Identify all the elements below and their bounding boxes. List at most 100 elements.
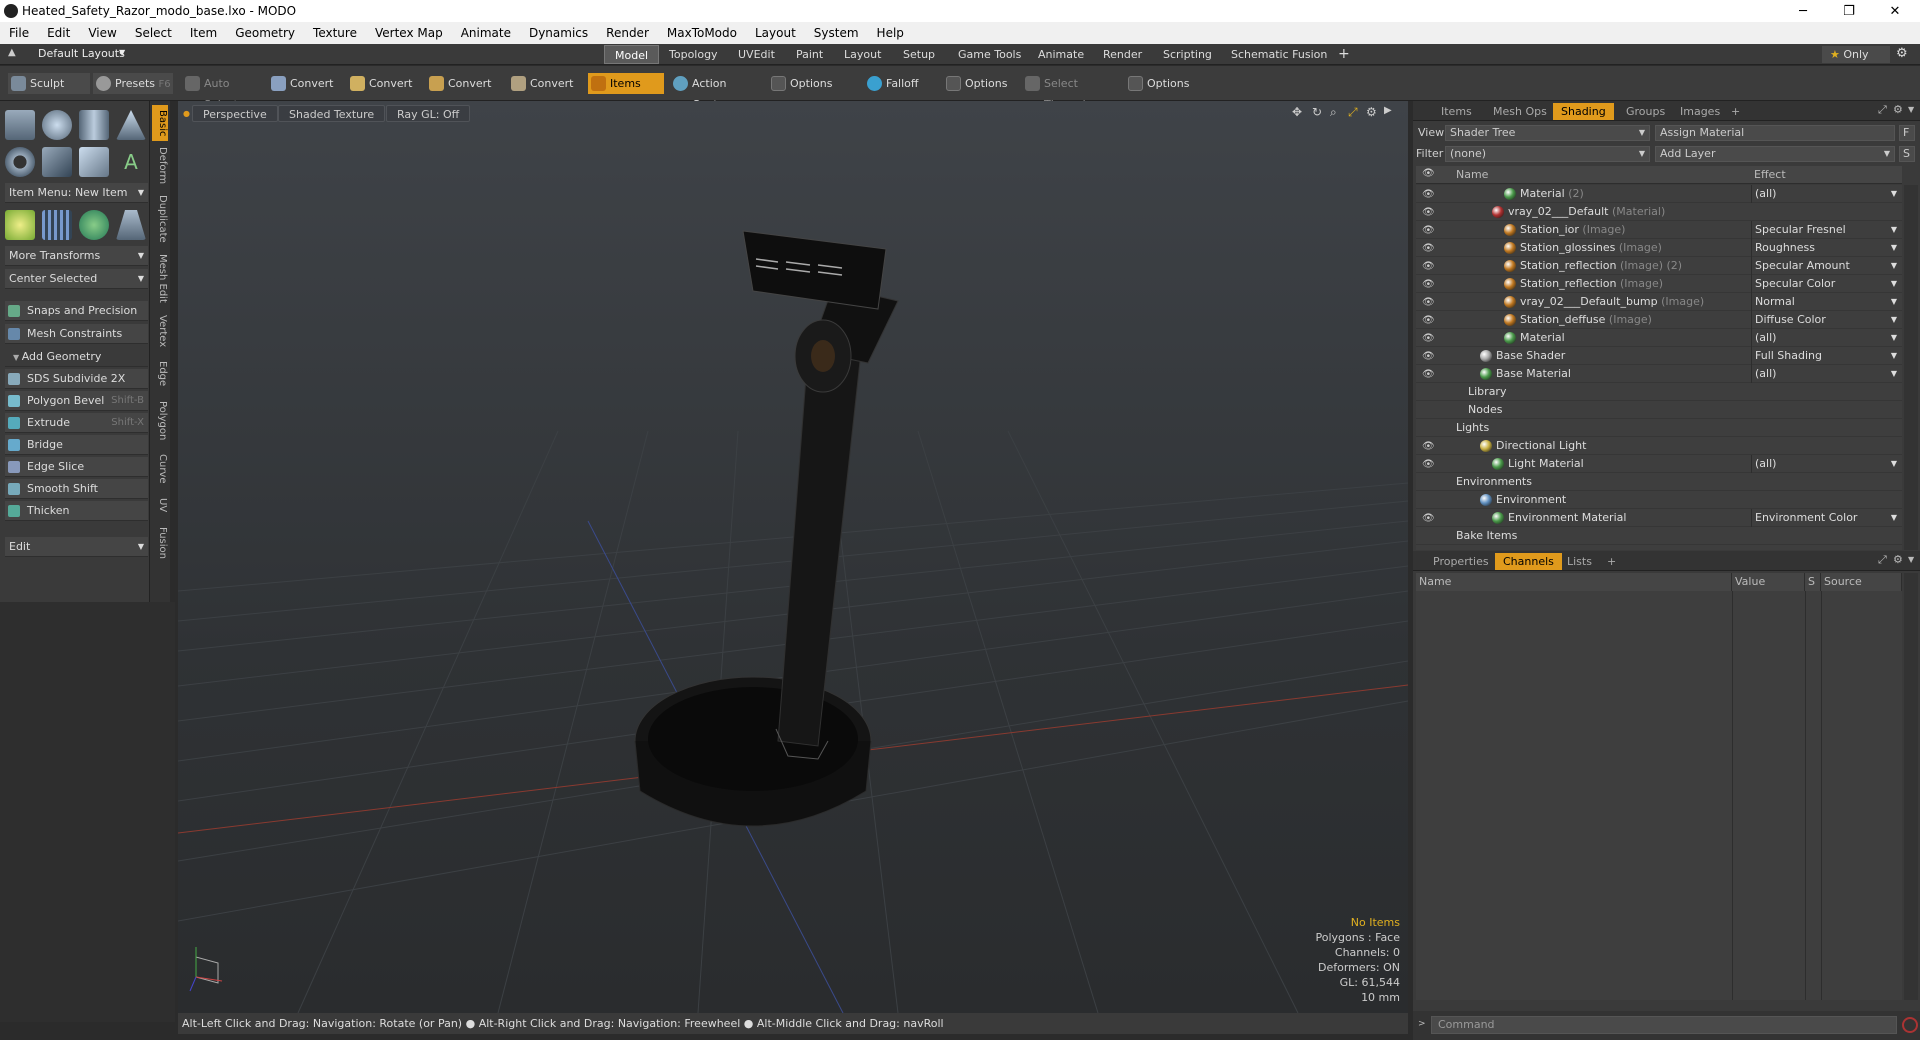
view-dropdown[interactable]: Shader Tree ▼ <box>1445 125 1650 141</box>
expand-panel-icon[interactable]: ⤢ <box>1878 553 1887 567</box>
panel-menu-icon[interactable]: ▼ <box>1908 555 1914 564</box>
falloff-button[interactable]: Falloff <box>864 73 934 94</box>
menu-select[interactable]: Select <box>126 26 181 40</box>
vtab-edge[interactable]: Edge <box>152 357 168 391</box>
visibility-eye-icon[interactable]: 👁 <box>1422 276 1436 290</box>
presets-button[interactable]: Presets F6 <box>93 73 173 94</box>
tree-row[interactable]: 👁 Base Material (all) ▼ <box>1416 365 1902 383</box>
convert-polygon-button[interactable]: Convert <box>426 73 502 94</box>
item-menu-dropdown[interactable]: Item Menu: New Item ▼ <box>5 183 148 203</box>
vtab-mesh-edit[interactable]: Mesh Edit <box>152 251 168 305</box>
ch-col-source[interactable]: Source <box>1821 573 1902 591</box>
auto-select-button[interactable]: Auto Select <box>182 73 264 111</box>
rotate-icon[interactable]: ↻ <box>1312 105 1322 119</box>
minimize-button[interactable]: ─ <box>1780 0 1826 22</box>
tree-row[interactable]: 👁 Light Material (all) ▼ <box>1416 455 1902 473</box>
bridge-button[interactable]: Bridge <box>5 435 148 455</box>
edge-slice-button[interactable]: Edge Slice <box>5 457 148 477</box>
effect-dropdown[interactable]: (all) ▼ <box>1751 329 1901 347</box>
menu-layout[interactable]: Layout <box>746 26 805 40</box>
extrude-button[interactable]: Extrude Shift-X <box>5 413 148 433</box>
visibility-eye-icon[interactable]: 👁 <box>1422 240 1436 254</box>
effect-dropdown[interactable]: Environment Color ▼ <box>1751 509 1901 527</box>
viewport-options-icon[interactable]: ● <box>183 109 190 118</box>
cube-icon[interactable] <box>5 110 35 140</box>
tab-paint[interactable]: Paint <box>786 45 833 64</box>
add-layout-tab-button[interactable]: + <box>1328 45 1360 64</box>
tree-row[interactable]: 👁 Station_reflection (Image) (2) Specular … <box>1416 257 1902 275</box>
tab-channels[interactable]: Channels <box>1495 553 1562 570</box>
tree-row[interactable]: 👁 Base Shader Full Shading ▼ <box>1416 347 1902 365</box>
vtab-vertex[interactable]: Vertex <box>152 311 168 351</box>
tree-row[interactable]: Bake Items <box>1416 527 1902 545</box>
globe-icon[interactable] <box>79 210 109 240</box>
items-mode-button[interactable]: Items <box>588 73 664 94</box>
snaps-precision-button[interactable]: Snaps and Precision <box>5 301 148 321</box>
add-tab-button[interactable]: + <box>1723 103 1748 120</box>
tab-groups[interactable]: Groups <box>1618 103 1673 120</box>
visibility-eye-icon[interactable]: 👁 <box>1422 456 1436 470</box>
filter-dropdown[interactable]: (none) ▼ <box>1445 146 1650 162</box>
viewport-gear-icon[interactable]: ⚙ <box>1366 105 1377 119</box>
options-button[interactable]: Options <box>768 73 840 94</box>
pan-icon[interactable]: ✥ <box>1292 105 1302 119</box>
tab-topology[interactable]: Topology <box>659 45 728 64</box>
view-type-perspective[interactable]: Perspective <box>192 105 278 122</box>
f-button[interactable]: F <box>1899 125 1915 141</box>
tree-row[interactable]: Environments <box>1416 473 1902 491</box>
menu-geometry[interactable]: Geometry <box>226 26 304 40</box>
tree-row[interactable]: Library <box>1416 383 1902 401</box>
tree-row[interactable]: Lights <box>1416 419 1902 437</box>
tree-row[interactable]: 👁 vray_02___Default_bump (Image) Normal ▼ <box>1416 293 1902 311</box>
add-geometry-section[interactable]: ▼ Add Geometry <box>5 347 148 367</box>
tab-images[interactable]: Images <box>1672 103 1728 120</box>
col-name[interactable]: Name <box>1456 168 1488 181</box>
select-options-button[interactable]: Options <box>1125 73 1197 94</box>
effect-dropdown[interactable]: Specular Fresnel ▼ <box>1751 221 1901 239</box>
visibility-eye-icon[interactable]: 👁 <box>1422 312 1436 326</box>
falloff-options-button[interactable]: Options <box>943 73 1015 94</box>
visibility-eye-icon[interactable]: 👁 <box>1422 510 1436 524</box>
maximize-button[interactable]: ❐ <box>1826 0 1872 22</box>
ch-col-s[interactable]: S <box>1805 573 1821 591</box>
tab-model[interactable]: Model <box>604 45 660 64</box>
center-selected-dropdown[interactable]: Center Selected ▼ <box>5 269 148 289</box>
chevron-down-icon[interactable]: ▼ <box>119 48 125 57</box>
vtab-curve[interactable]: Curve <box>152 451 168 487</box>
assign-material-field[interactable]: Assign Material <box>1655 125 1895 141</box>
visibility-eye-icon[interactable]: 👁 <box>1422 438 1436 452</box>
menu-view[interactable]: View <box>79 26 125 40</box>
vtab-duplicate[interactable]: Duplicate <box>152 193 168 245</box>
tree-row[interactable]: 👁 vray_02___Default (Material) <box>1416 203 1902 221</box>
tree-scrollbar[interactable] <box>1904 185 1918 550</box>
convert-edge-button[interactable]: Convert <box>347 73 423 94</box>
ch-col-name[interactable]: Name <box>1416 573 1732 591</box>
visibility-eye-icon[interactable]: 👁 <box>1422 258 1436 272</box>
sculpt-button[interactable]: Sculpt <box>8 73 90 94</box>
expand-arrow-icon[interactable]: ▶ <box>1384 105 1392 116</box>
expand-icon[interactable]: ▲ <box>8 47 16 58</box>
vtab-uv[interactable]: UV <box>152 493 168 517</box>
tab-scripting[interactable]: Scripting <box>1153 45 1222 64</box>
tab-properties[interactable]: Properties <box>1425 553 1497 570</box>
effect-dropdown[interactable]: (all) ▼ <box>1751 185 1901 203</box>
pen-icon[interactable] <box>79 147 109 177</box>
gear-icon[interactable]: ⚙ <box>1896 46 1908 61</box>
expand-panel-icon[interactable]: ⤢ <box>1878 103 1887 117</box>
close-button[interactable]: ✕ <box>1872 0 1918 22</box>
polygon-bevel-button[interactable]: Polygon Bevel Shift-B <box>5 391 148 411</box>
effect-dropdown[interactable]: Specular Amount ▼ <box>1751 257 1901 275</box>
shading-mode[interactable]: Shaded Texture <box>278 105 386 122</box>
menu-texture[interactable]: Texture <box>304 26 366 40</box>
vtab-deform[interactable]: Deform <box>152 145 168 187</box>
action-center-button[interactable]: Action Center <box>670 73 766 111</box>
add-layer-dropdown[interactable]: Add Layer ▼ <box>1655 146 1895 162</box>
record-icon[interactable] <box>1902 1017 1918 1033</box>
s-button[interactable]: S <box>1899 146 1915 162</box>
transform-icon[interactable] <box>5 210 35 240</box>
vtab-basic[interactable]: Basic <box>152 105 168 141</box>
text-tool-icon[interactable]: A <box>116 147 146 177</box>
tree-row[interactable]: Environment <box>1416 491 1902 509</box>
tab-mesh-ops[interactable]: Mesh Ops <box>1485 103 1555 120</box>
3d-viewport[interactable]: ● Perspective Shaded Texture Ray GL: Off… <box>178 101 1408 1013</box>
